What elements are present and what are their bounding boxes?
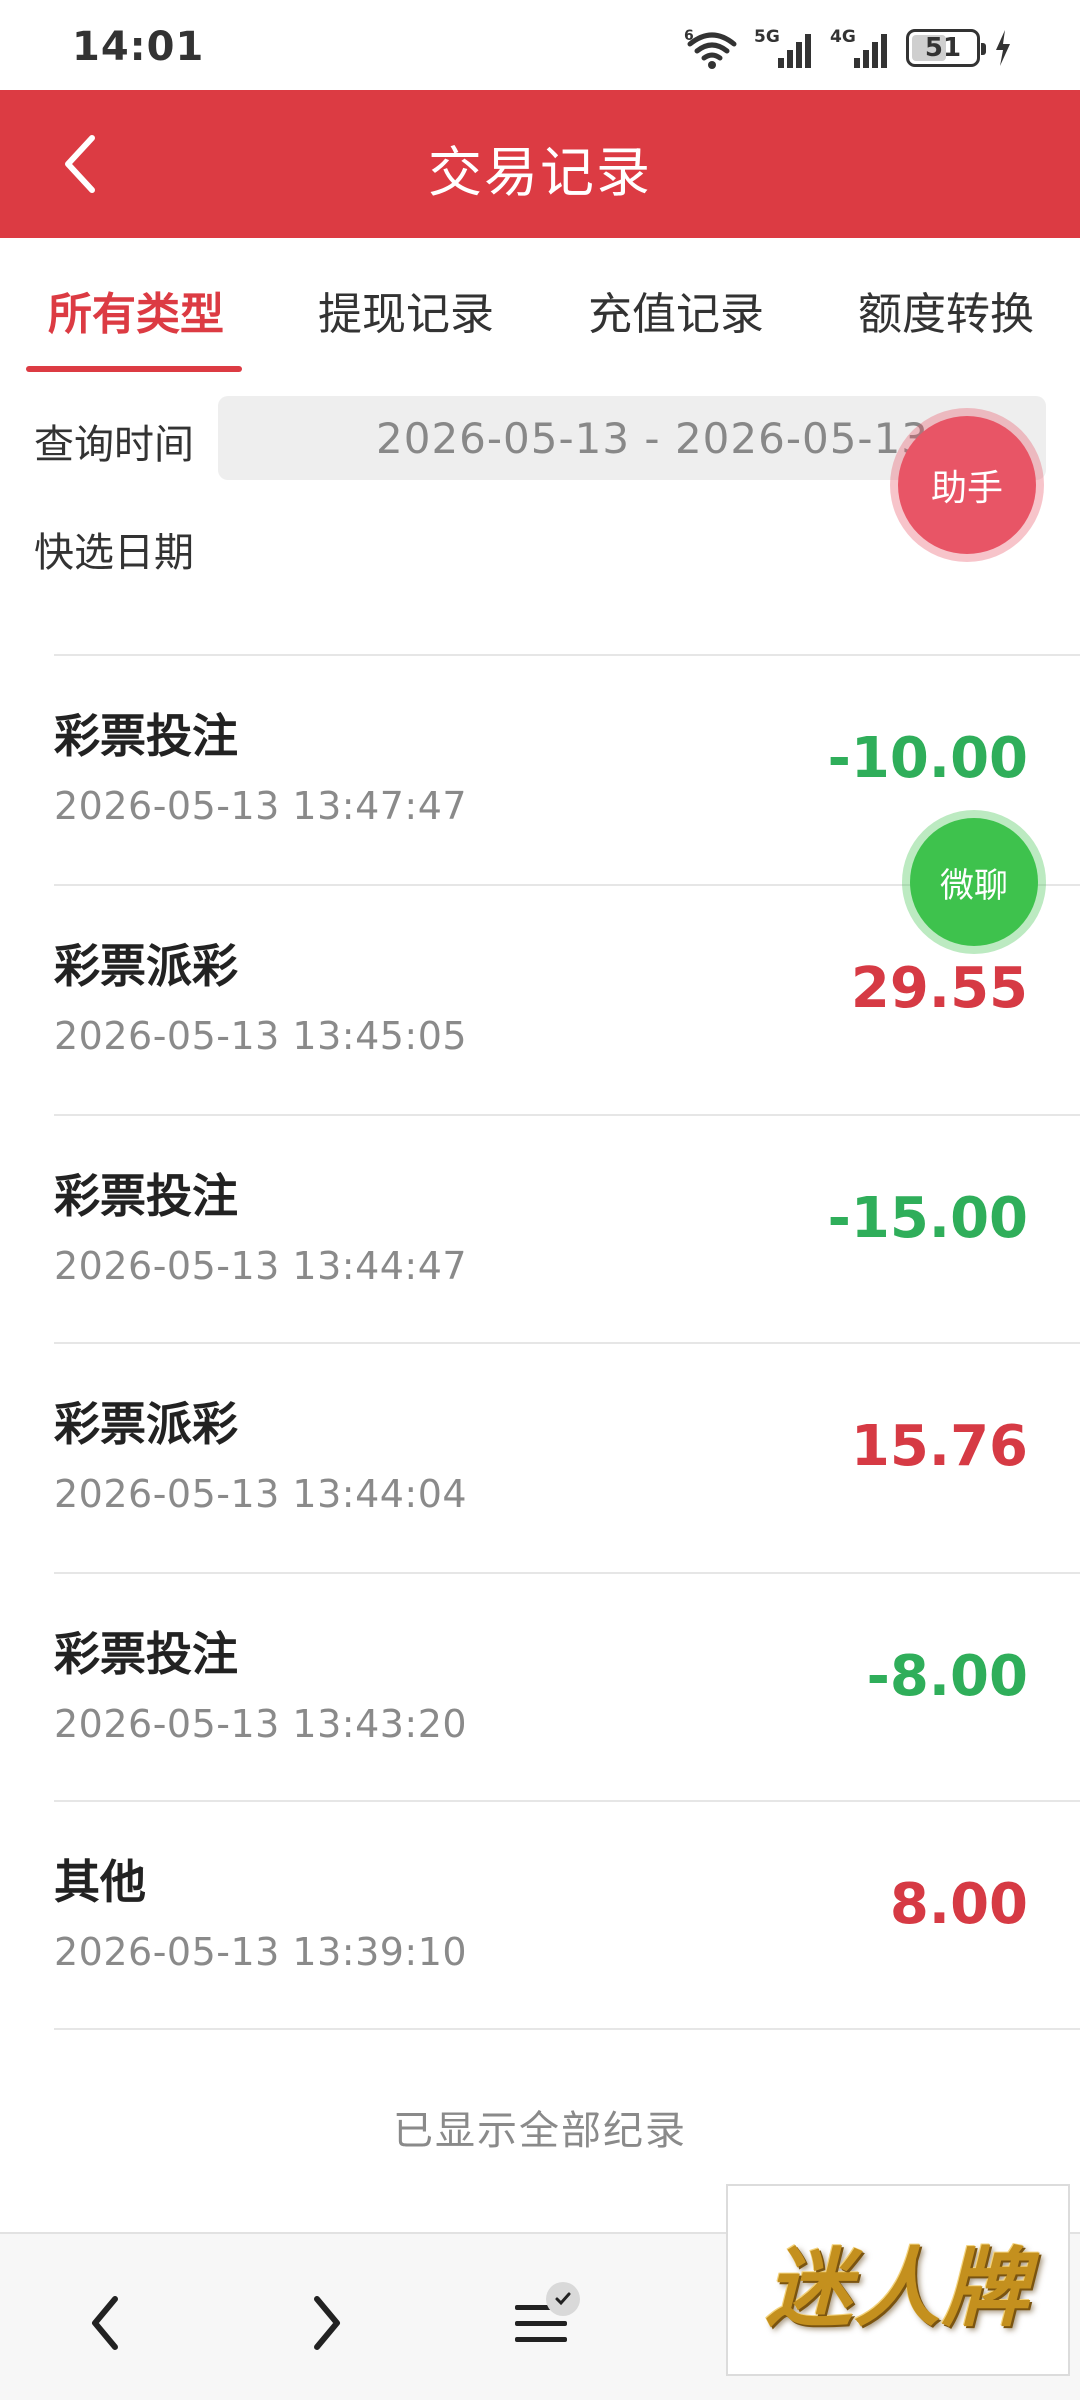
page-title: 交易记录: [428, 141, 652, 204]
transaction-row[interactable]: 彩票投注 2026-05-13 13:44:47 -15.00: [54, 1116, 1080, 1344]
brand-logo: 迷人牌: [726, 2184, 1070, 2376]
transaction-type: 彩票投注: [54, 1169, 238, 1223]
transaction-type: 彩票派彩: [54, 939, 238, 993]
query-time-label: 查询时间: [34, 422, 194, 468]
transaction-time: 2026-05-13 13:45:05: [54, 1014, 468, 1058]
transaction-amount: 15.76: [850, 1414, 1028, 1479]
transaction-type: 彩票投注: [54, 1627, 238, 1681]
signal-4g-label: 4G: [830, 27, 856, 47]
transaction-time: 2026-05-13 13:47:47: [54, 784, 468, 828]
nav-menu-button[interactable]: [496, 2278, 586, 2368]
tab-bar: 所有类型 提现记录 充值记录 额度转换: [0, 238, 1080, 374]
assistant-float-button[interactable]: 助手: [898, 416, 1036, 554]
tab-withdrawal-records[interactable]: 提现记录: [318, 278, 494, 342]
nav-forward-button[interactable]: [282, 2278, 372, 2368]
brand-logo-text: 迷人牌: [766, 2237, 1030, 2339]
end-of-list-text: 已显示全部纪录: [393, 2108, 687, 2154]
charging-icon: [996, 30, 1010, 66]
battery-icon: 51: [906, 29, 986, 67]
quick-date-label: 快选日期: [34, 530, 194, 576]
chevron-left-icon: [92, 2296, 118, 2350]
transaction-row[interactable]: 彩票派彩 2026-05-13 13:44:04 15.76: [54, 1344, 1080, 1572]
tab-all-types[interactable]: 所有类型: [48, 278, 224, 342]
transaction-amount: -8.00: [866, 1644, 1028, 1709]
status-icons: 6 5G 4G 51: [684, 26, 1012, 70]
transaction-type: 彩票投注: [54, 709, 238, 763]
list-divider: [54, 2028, 1080, 2030]
transaction-amount: 8.00: [889, 1872, 1028, 1937]
battery-level-text: 51: [924, 33, 962, 63]
status-bar: 14:01 6 5G 4G 51: [0, 0, 1080, 90]
nav-back-button[interactable]: [60, 2278, 150, 2368]
check-badge-icon: [546, 2282, 580, 2316]
wifi-icon: 6: [684, 28, 737, 69]
transaction-type: 其他: [54, 1855, 146, 1909]
transaction-time: 2026-05-13 13:44:47: [54, 1244, 468, 1288]
transaction-row[interactable]: 其他 2026-05-13 13:39:10 8.00: [54, 1802, 1080, 2030]
status-time: 14:01: [72, 24, 205, 70]
app-header: 交易记录: [0, 90, 1080, 238]
active-tab-indicator: [26, 366, 242, 372]
chevron-right-icon: [314, 2296, 340, 2350]
transaction-time: 2026-05-13 13:43:20: [54, 1702, 468, 1746]
transaction-amount: 29.55: [850, 956, 1028, 1021]
signal-5g-label: 5G: [754, 27, 780, 47]
transaction-time: 2026-05-13 13:39:10: [54, 1930, 468, 1974]
transaction-type: 彩票派彩: [54, 1397, 238, 1451]
chat-float-button[interactable]: 微聊: [910, 818, 1038, 946]
tab-credit-transfer[interactable]: 额度转换: [858, 278, 1034, 342]
transaction-time: 2026-05-13 13:44:04: [54, 1472, 468, 1516]
transaction-row[interactable]: 彩票投注 2026-05-13 13:43:20 -8.00: [54, 1574, 1080, 1802]
signal-4g-icon: 4G: [830, 27, 887, 68]
transaction-amount: -15.00: [827, 1186, 1028, 1251]
transaction-amount: -10.00: [827, 726, 1028, 791]
signal-5g-icon: 5G: [754, 27, 811, 68]
tab-deposit-records[interactable]: 充值记录: [588, 278, 764, 342]
